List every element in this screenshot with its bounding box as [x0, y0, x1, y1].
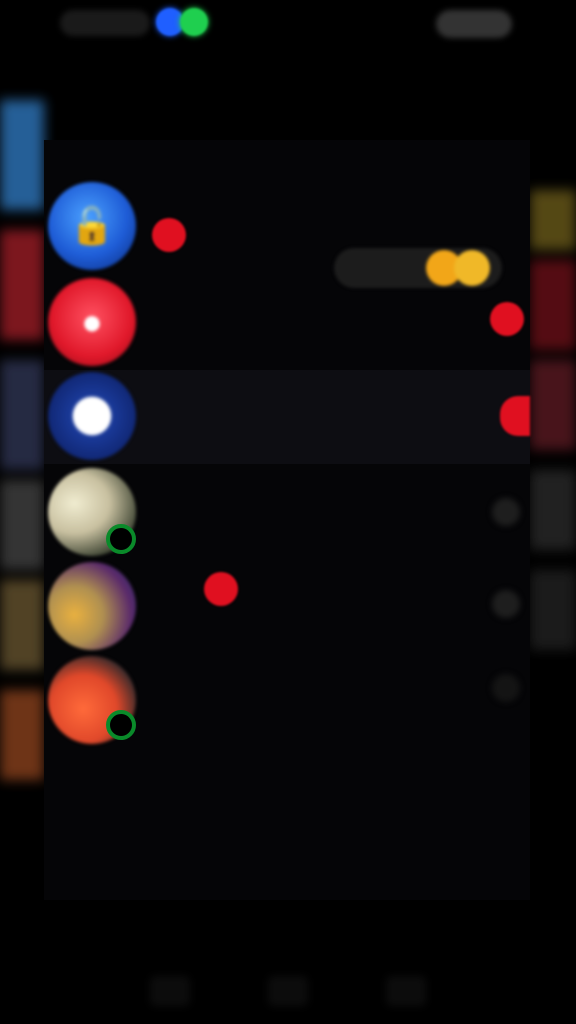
status-icon [492, 674, 520, 702]
navigation-bar [0, 960, 576, 1024]
avatar: ● [48, 278, 136, 366]
chat-bubble-icon: ● [81, 301, 103, 342]
status-icon [492, 498, 520, 526]
battery-icon [436, 10, 512, 38]
status-pill-icon [60, 10, 150, 36]
avatar [48, 372, 136, 460]
recents-icon[interactable] [386, 976, 426, 1006]
home-icon[interactable] [268, 976, 308, 1006]
back-icon[interactable] [150, 976, 190, 1006]
green-dot-icon [180, 8, 208, 36]
online-indicator-icon [106, 710, 136, 740]
unread-badge-icon [204, 572, 238, 606]
list-item[interactable]: ● [44, 276, 530, 370]
unread-badge-icon [500, 396, 530, 436]
notification-dots [156, 8, 210, 40]
status-icon [492, 590, 520, 618]
unread-badge-icon [152, 218, 186, 252]
avatar: 🔓 [48, 182, 136, 270]
avatar [48, 562, 136, 650]
list-item[interactable] [44, 370, 530, 464]
list-item[interactable] [44, 654, 530, 748]
lock-icon: 🔓 [69, 205, 115, 246]
chat-list-drawer: 🔓 ● [44, 140, 530, 900]
online-indicator-icon [106, 524, 136, 554]
background-app-right [530, 190, 576, 750]
status-bar [0, 0, 576, 48]
list-item[interactable] [44, 560, 530, 654]
unread-badge-icon [490, 302, 524, 336]
background-app-left [0, 100, 44, 800]
list-item[interactable] [44, 466, 530, 560]
